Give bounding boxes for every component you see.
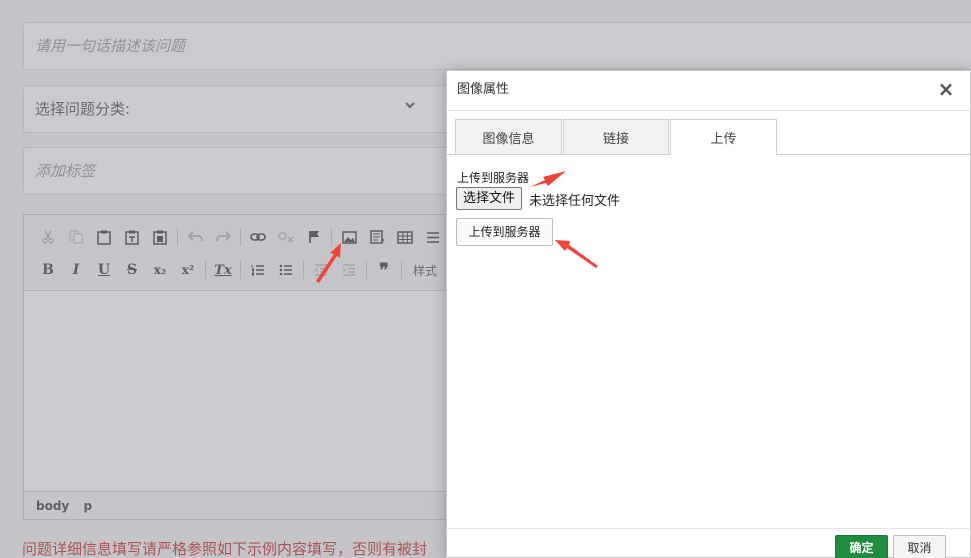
annotation-arrow-image <box>316 243 341 283</box>
annotation-arrow-choose-file <box>530 171 566 187</box>
annotation-arrow-upload <box>555 240 598 268</box>
annotation-arrows <box>316 171 598 283</box>
